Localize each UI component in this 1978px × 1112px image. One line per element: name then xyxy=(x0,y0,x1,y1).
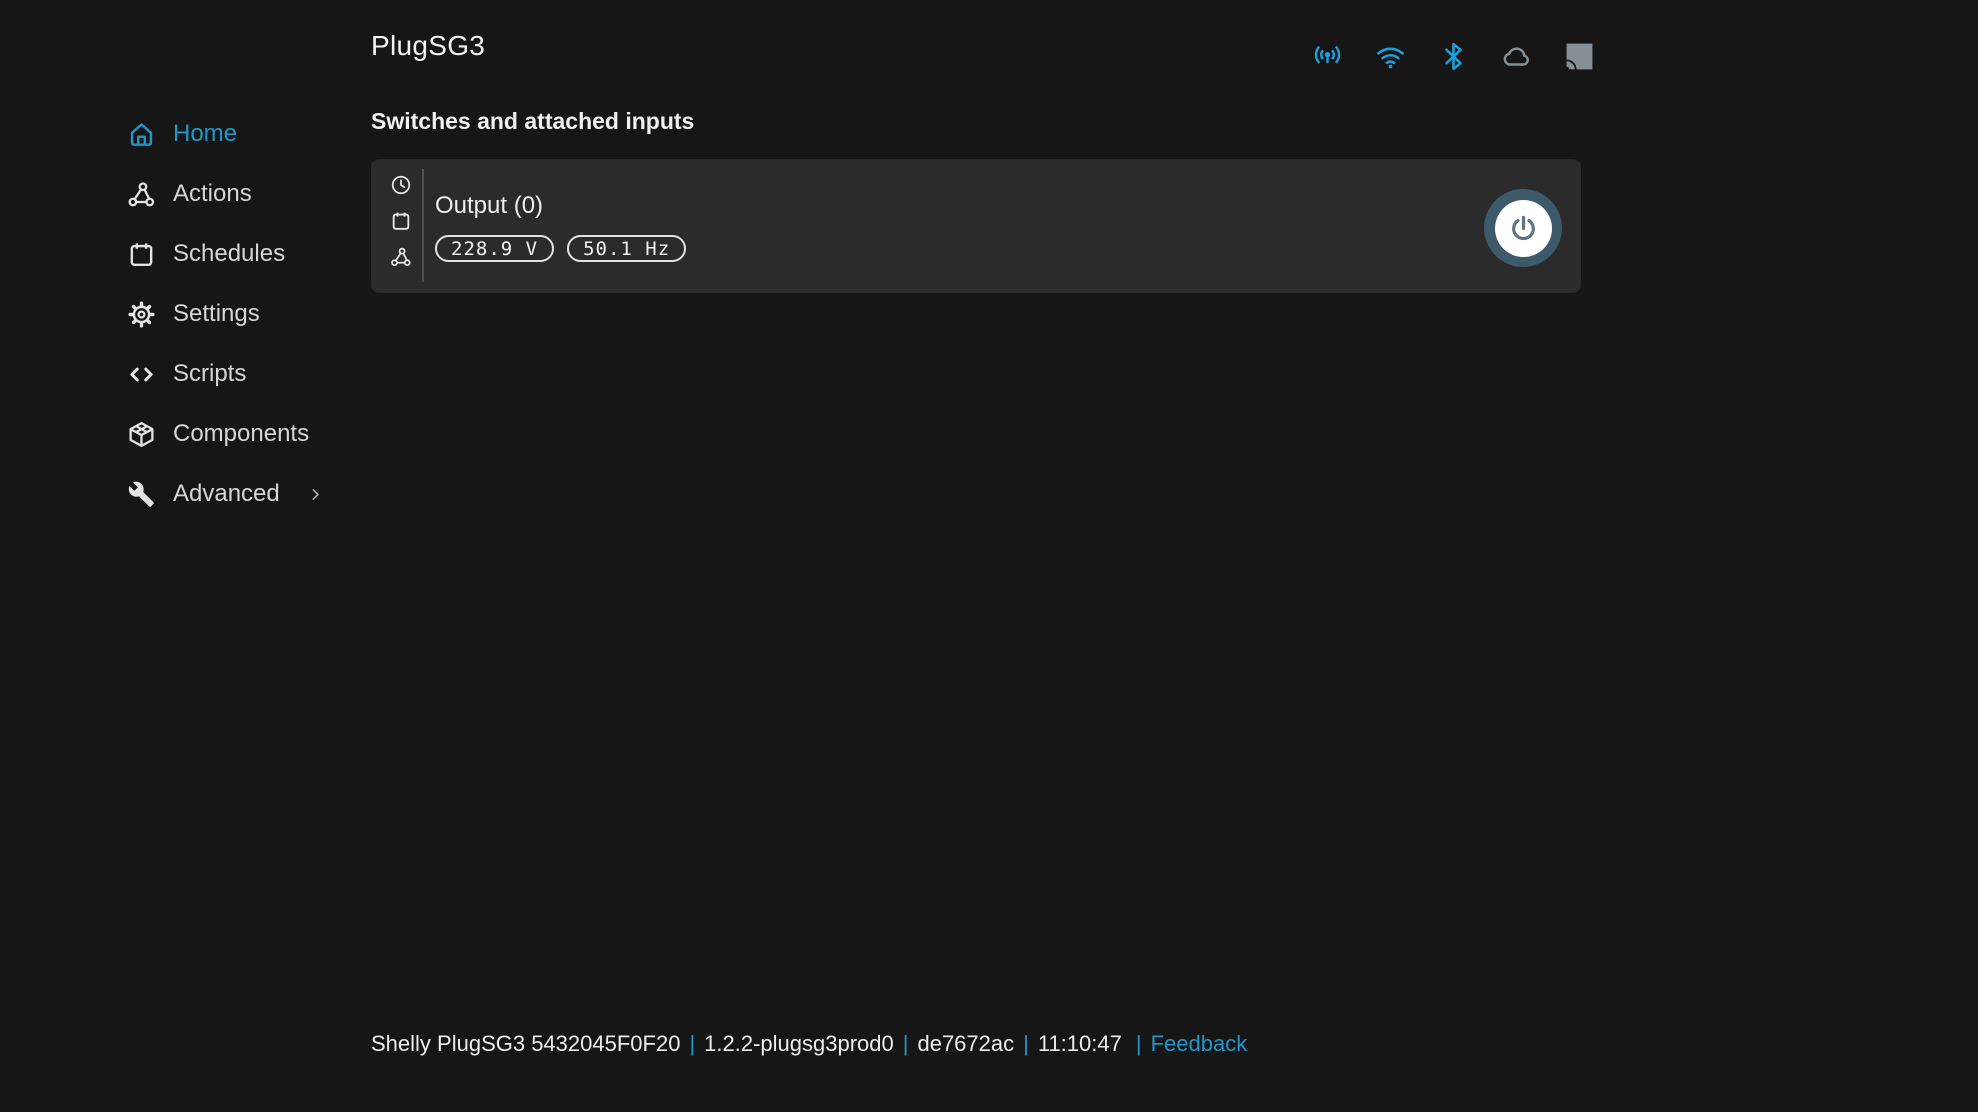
sidebar-item-label: Actions xyxy=(173,180,252,208)
home-icon xyxy=(127,120,156,149)
access-point-icon xyxy=(1312,41,1343,72)
sidebar-item-actions[interactable]: Actions xyxy=(127,164,357,224)
footer: Shelly PlugSG3 5432045F0F20 | 1.2.2-plug… xyxy=(371,1031,1247,1057)
mqtt-icon xyxy=(1564,41,1595,72)
switch-card[interactable]: Output (0) 228.9 V 50.1 Hz xyxy=(371,159,1581,293)
calendar-icon xyxy=(127,240,156,269)
section-title: Switches and attached inputs xyxy=(371,108,694,135)
gear-icon xyxy=(127,300,156,329)
sidebar: Home Actions Schedules Settings Scripts … xyxy=(127,104,357,524)
sidebar-item-label: Advanced xyxy=(173,480,280,508)
actions-icon xyxy=(390,246,412,268)
feedback-link[interactable]: Feedback xyxy=(1151,1031,1248,1057)
footer-separator: | xyxy=(1023,1031,1029,1057)
code-icon xyxy=(127,360,156,389)
status-icon-bar xyxy=(1312,41,1595,72)
sidebar-item-scripts[interactable]: Scripts xyxy=(127,344,357,404)
cloud-icon xyxy=(1501,41,1532,72)
frequency-badge: 50.1 Hz xyxy=(567,235,686,262)
app-root: PlugSG3 Home Actions Schedules Settings … xyxy=(0,0,1978,1112)
power-toggle-button[interactable] xyxy=(1484,189,1562,267)
footer-device-time: 11:10:47 xyxy=(1038,1031,1122,1057)
power-icon xyxy=(1508,213,1539,244)
footer-build-hash: de7672ac xyxy=(917,1031,1014,1057)
sidebar-item-label: Schedules xyxy=(173,240,285,268)
card-divider xyxy=(422,169,424,282)
footer-separator: | xyxy=(1136,1031,1142,1057)
footer-separator: | xyxy=(903,1031,909,1057)
sidebar-item-home[interactable]: Home xyxy=(127,104,357,164)
wrench-icon xyxy=(127,480,156,509)
badge-row: 228.9 V 50.1 Hz xyxy=(435,235,686,262)
chevron-right-icon xyxy=(307,486,324,503)
voltage-badge: 228.9 V xyxy=(435,235,554,262)
card-feature-icons xyxy=(390,174,412,268)
sidebar-item-schedules[interactable]: Schedules xyxy=(127,224,357,284)
cube-icon xyxy=(127,420,156,449)
sidebar-item-label: Settings xyxy=(173,300,260,328)
sidebar-item-components[interactable]: Components xyxy=(127,404,357,464)
switch-title: Output (0) xyxy=(435,192,686,220)
page-title: PlugSG3 xyxy=(371,30,485,62)
footer-device-name: Shelly PlugSG3 5432045F0F20 xyxy=(371,1031,680,1057)
card-body: Output (0) 228.9 V 50.1 Hz xyxy=(435,159,686,262)
sidebar-item-label: Home xyxy=(173,120,237,148)
wifi-icon xyxy=(1375,41,1406,72)
bluetooth-icon xyxy=(1438,41,1469,72)
sidebar-item-advanced[interactable]: Advanced xyxy=(127,464,357,524)
sidebar-item-label: Components xyxy=(173,420,309,448)
schedule-icon xyxy=(390,210,412,232)
sidebar-item-label: Scripts xyxy=(173,360,246,388)
footer-firmware-version: 1.2.2-plugsg3prod0 xyxy=(704,1031,894,1057)
actions-icon xyxy=(127,180,156,209)
timer-icon xyxy=(390,174,412,196)
footer-separator: | xyxy=(689,1031,695,1057)
power-button-face xyxy=(1495,200,1552,257)
sidebar-item-settings[interactable]: Settings xyxy=(127,284,357,344)
